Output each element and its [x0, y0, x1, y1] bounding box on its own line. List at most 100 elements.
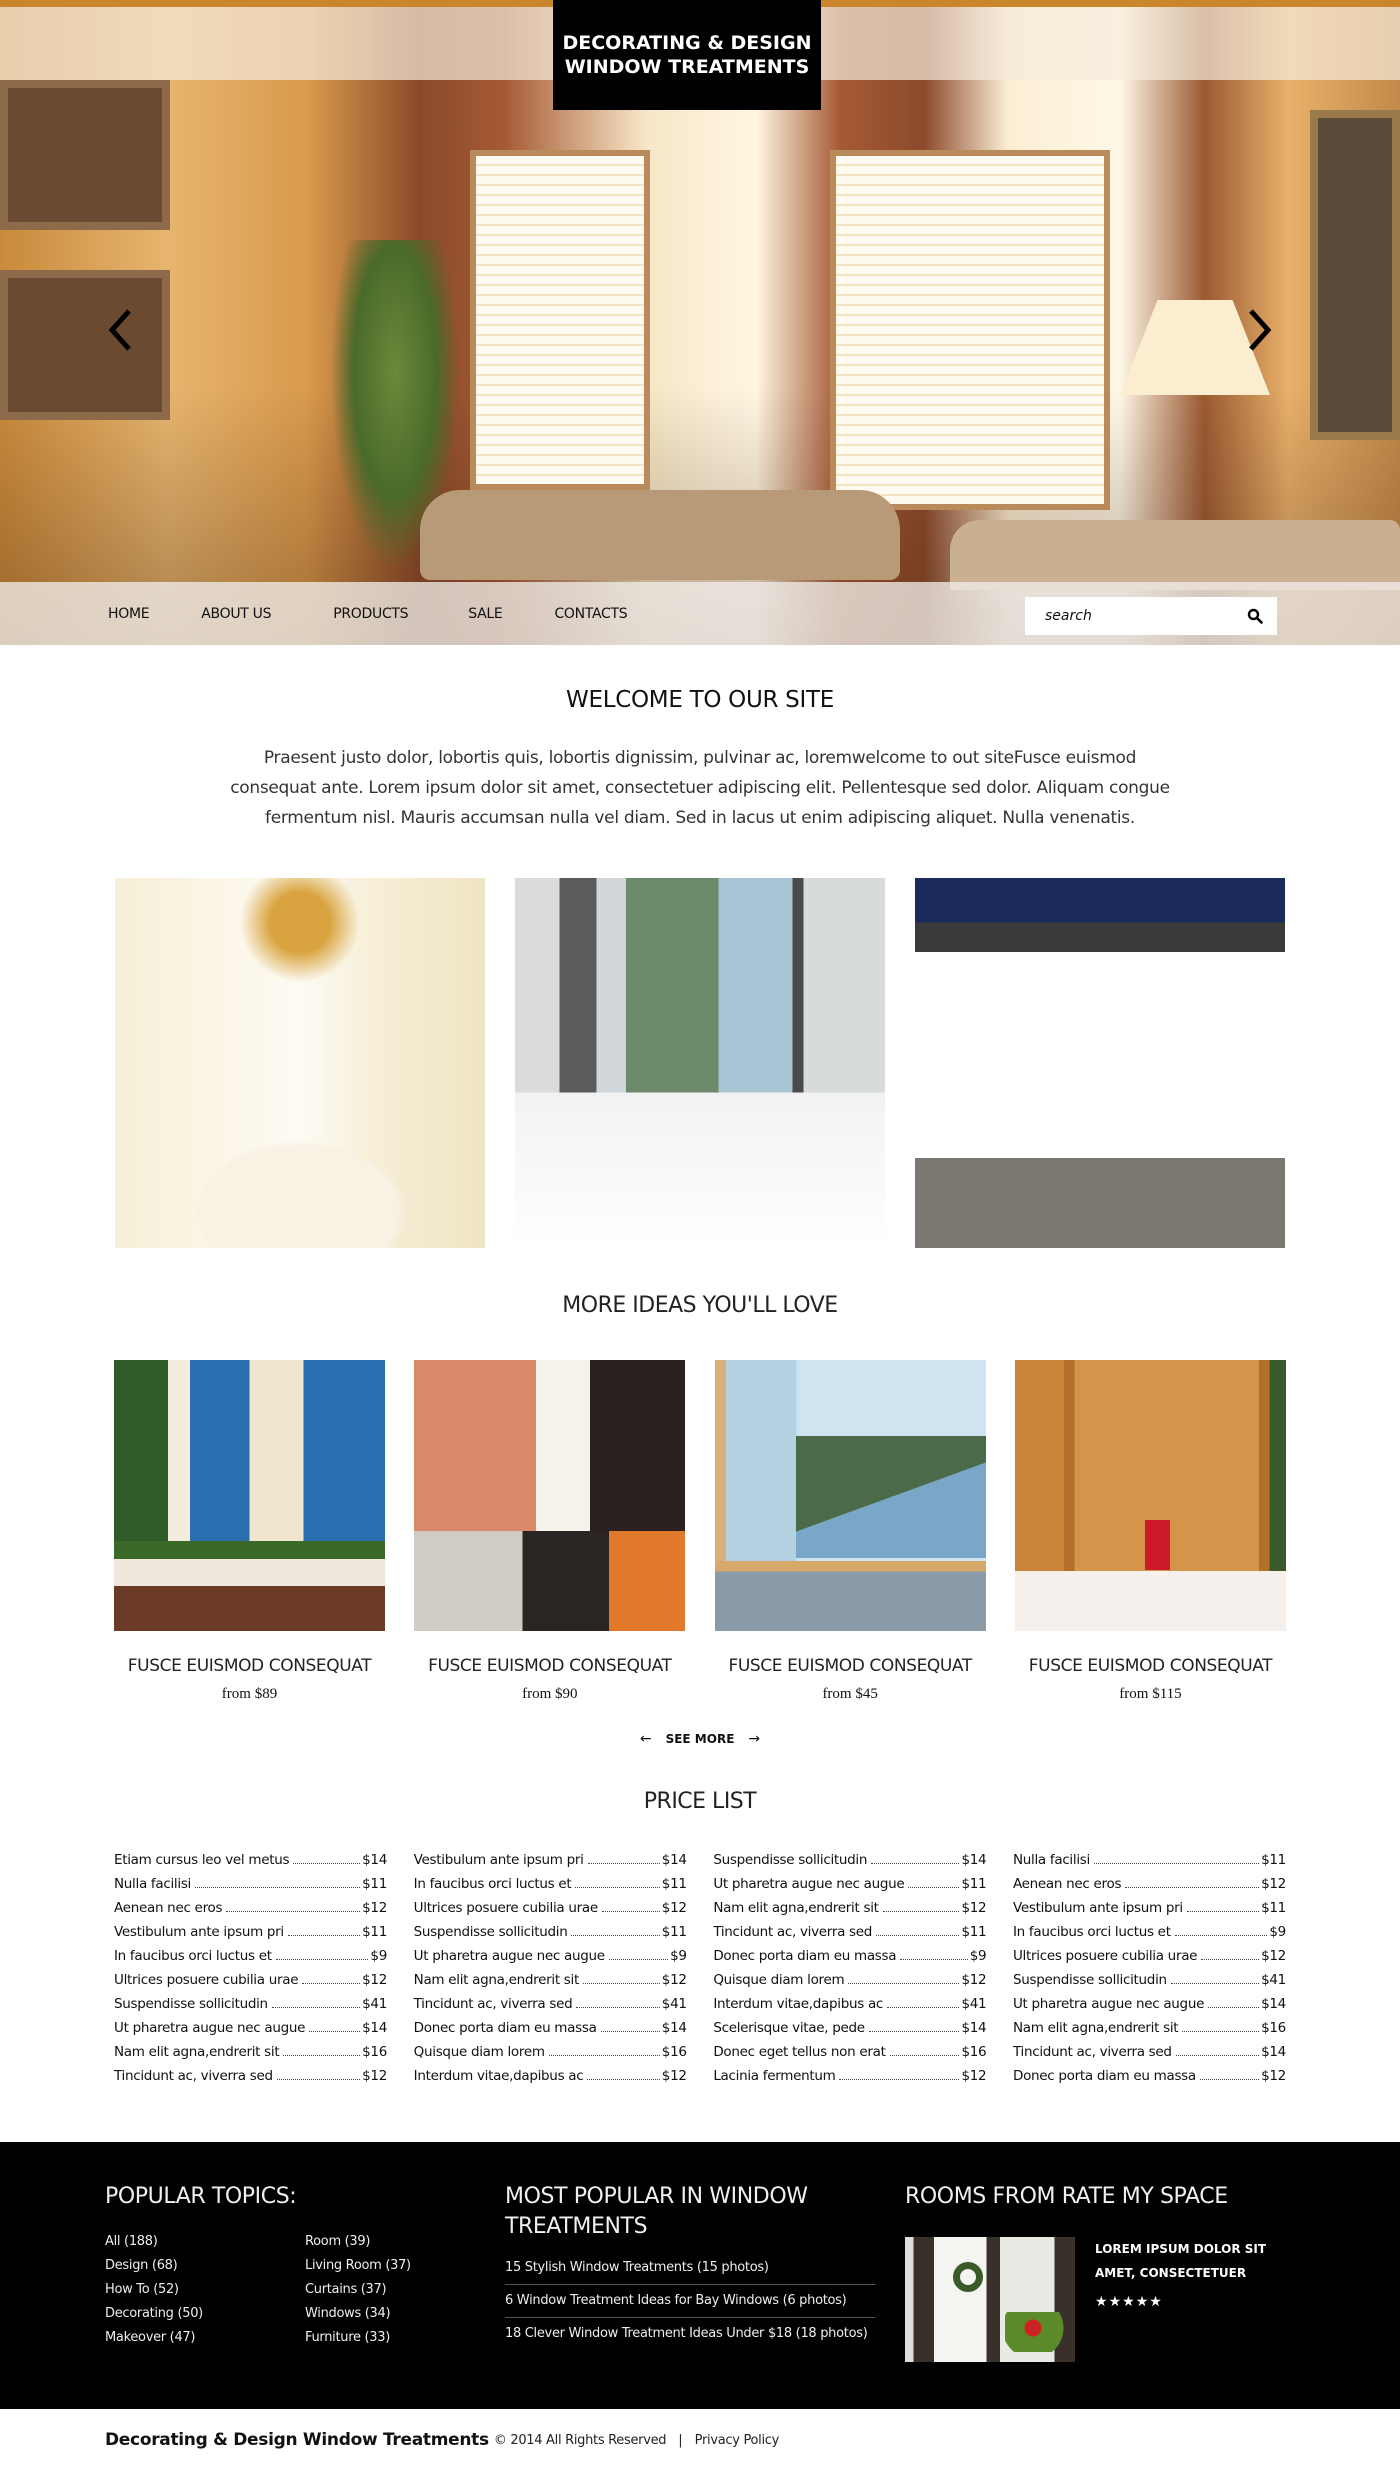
topic-link[interactable]: Curtains (37): [305, 2278, 505, 2302]
idea-title[interactable]: FUSCE EUISMOD CONSEQUAT: [1015, 1656, 1286, 1676]
price-item-name: Quisque diam lorem: [713, 1972, 845, 1988]
room-title-line-1[interactable]: LOREM IPSUM DOLOR SIT: [1095, 2237, 1266, 2261]
popular-article-link[interactable]: 6 Window Treatment Ideas for Bay Windows…: [505, 2285, 875, 2318]
price-row: Lacinia fermentum $12: [713, 2068, 986, 2092]
idea-image[interactable]: [114, 1360, 385, 1631]
idea-image[interactable]: [714, 1360, 986, 1631]
idea-title[interactable]: FUSCE EUISMOD CONSEQUAT: [114, 1656, 385, 1676]
separator: |: [678, 2432, 683, 2448]
dot-leader: [271, 2007, 361, 2008]
nav-item-sale[interactable]: SALE: [468, 606, 502, 622]
slider-prev-button[interactable]: [100, 300, 140, 360]
nav-item-products[interactable]: PRODUCTS: [333, 606, 408, 622]
price-item-price: $12: [961, 2068, 987, 2084]
topic-link[interactable]: Design (68): [105, 2254, 305, 2278]
dot-leader: [309, 2031, 361, 2032]
topic-link[interactable]: Furniture (33): [305, 2326, 505, 2350]
topic-link[interactable]: Room (39): [305, 2230, 505, 2254]
nav-item-contacts[interactable]: CONTACTS: [554, 606, 627, 622]
idea-price: from $89: [221, 1686, 278, 1702]
price-item-price: $11: [961, 1924, 987, 1940]
idea-card[interactable]: FUSCE EUISMOD CONSEQUAT from $90: [414, 1360, 686, 1703]
idea-card[interactable]: FUSCE EUISMOD CONSEQUAT from $115: [1014, 1360, 1286, 1703]
price-item-name: In faucibus orci luctus et: [114, 1948, 272, 1964]
slider-next-button[interactable]: [1240, 300, 1280, 360]
room-title-line-2[interactable]: AMET, CONSECTETUER: [1095, 2261, 1266, 2285]
popular-article-link[interactable]: 18 Clever Window Treatment Ideas Under $…: [505, 2318, 875, 2350]
hero-sofa: [420, 490, 900, 580]
price-item-name: Aenean nec eros: [114, 1900, 223, 1916]
topic-link[interactable]: Living Room (37): [305, 2254, 505, 2278]
price-row: Aenean nec eros $12: [114, 1900, 387, 1924]
topic-link[interactable]: Makeover (47): [105, 2326, 305, 2350]
idea-card[interactable]: FUSCE EUISMOD CONSEQUAT from $89: [114, 1360, 385, 1703]
dot-leader: [283, 2055, 361, 2056]
see-more-link[interactable]: SEE MORE: [666, 1732, 735, 1746]
price-item-price: $11: [1261, 1852, 1286, 1868]
price-item-price: $11: [362, 1924, 387, 1940]
site-logo[interactable]: DECORATING & DESIGN WINDOW TREATMENTS: [553, 0, 821, 110]
price-row: Quisque diam lorem $16: [414, 2044, 687, 2068]
price-row: Suspendisse sollicitudin $14: [713, 1852, 986, 1876]
idea-title[interactable]: FUSCE EUISMOD CONSEQUAT: [715, 1656, 986, 1676]
topic-link[interactable]: How To (52): [105, 2278, 305, 2302]
price-item-name: Ultrices posuere cubilia urae: [413, 1900, 599, 1916]
idea-price: from $45: [822, 1686, 878, 1702]
hero-wall-art: [1310, 110, 1400, 440]
idea-image[interactable]: [414, 1360, 686, 1631]
privacy-policy-link[interactable]: Privacy Policy: [695, 2433, 780, 2448]
price-row: Interdum vitae,dapibus ac $12: [414, 2068, 687, 2092]
topic-link[interactable]: All (188): [105, 2230, 305, 2254]
price-item-price: $12: [661, 2068, 687, 2084]
wreath-decor: [953, 2262, 983, 2292]
popular-article-link[interactable]: 15 Stylish Window Treatments (15 photos): [505, 2252, 875, 2285]
idea-image[interactable]: [1014, 1360, 1286, 1631]
idea-card[interactable]: FUSCE EUISMOD CONSEQUAT from $45: [714, 1360, 986, 1703]
price-row: Vestibulum ante ipsum pri $11: [1013, 1900, 1286, 1924]
price-list: Etiam cursus leo vel metus $14 Nulla facil…: [114, 1852, 1286, 2092]
copyright-text: © 2014 All Rights Reserved: [493, 2432, 667, 2448]
dot-leader: [882, 1911, 960, 1912]
price-item-price: $11: [661, 1924, 687, 1940]
price-row: Interdum vitae,dapibus ac $41: [713, 1996, 986, 2020]
room-image[interactable]: [905, 2237, 1075, 2362]
dot-leader: [587, 1863, 660, 1864]
copyright-bar: Decorating & Design Window Treatments © …: [0, 2409, 1400, 2471]
price-row: Nulla facilisi $11: [1013, 1852, 1286, 1876]
topic-link[interactable]: Decorating (50): [105, 2302, 305, 2326]
price-item-name: Nam elit agna,endrerit sit: [713, 1900, 879, 1916]
price-row: Nam elit agna,endrerit sit $12: [713, 1900, 986, 1924]
dot-leader: [887, 2007, 960, 2008]
price-row: In faucibus orci luctus et $9: [1013, 1924, 1286, 1948]
price-item-price: $9: [370, 1948, 387, 1964]
price-item-price: $12: [1261, 2068, 1286, 2084]
search-input[interactable]: [1045, 608, 1247, 624]
candle-decor: [1144, 1520, 1170, 1570]
search-icon[interactable]: [1247, 608, 1263, 624]
dot-leader: [302, 1983, 361, 1984]
price-item-name: Suspendisse sollicitudin: [713, 1852, 868, 1868]
gallery-image-dining-room[interactable]: [115, 878, 485, 1248]
room-card[interactable]: LOREM IPSUM DOLOR SIT AMET, CONSECTETUER…: [905, 2237, 1295, 2362]
price-item-price: $41: [961, 1996, 987, 2012]
nav-item-about-us[interactable]: ABOUT US: [201, 606, 271, 622]
gallery-image-patio[interactable]: [915, 878, 1285, 1248]
dot-leader: [1093, 1863, 1260, 1864]
topic-link[interactable]: Windows (34): [305, 2302, 505, 2326]
price-item-name: Ultrices posuere cubilia urae: [114, 1972, 299, 1988]
arrow-right-icon[interactable]: →: [748, 1731, 760, 1747]
price-item-name: Vestibulum ante ipsum pri: [1012, 1900, 1183, 1916]
dot-leader: [587, 2079, 660, 2080]
idea-title[interactable]: FUSCE EUISMOD CONSEQUAT: [414, 1656, 685, 1676]
arrow-left-icon[interactable]: ←: [640, 1731, 652, 1747]
star-icon: ★: [1095, 2293, 1108, 2309]
price-item-name: Interdum vitae,dapibus ac: [713, 1996, 884, 2012]
topic-list: All (188) Room (39) Design (68) Living R…: [105, 2230, 505, 2350]
gallery-image-bedroom[interactable]: [515, 878, 885, 1248]
price-item-price: $14: [661, 1852, 687, 1868]
price-row: Ut pharetra augue nec augue $14: [1013, 1996, 1286, 2020]
price-item-price: $12: [1261, 1876, 1286, 1892]
price-item-price: $9: [969, 1948, 987, 1964]
nav-item-home[interactable]: HOME: [108, 606, 150, 622]
dot-leader: [876, 1935, 960, 1936]
